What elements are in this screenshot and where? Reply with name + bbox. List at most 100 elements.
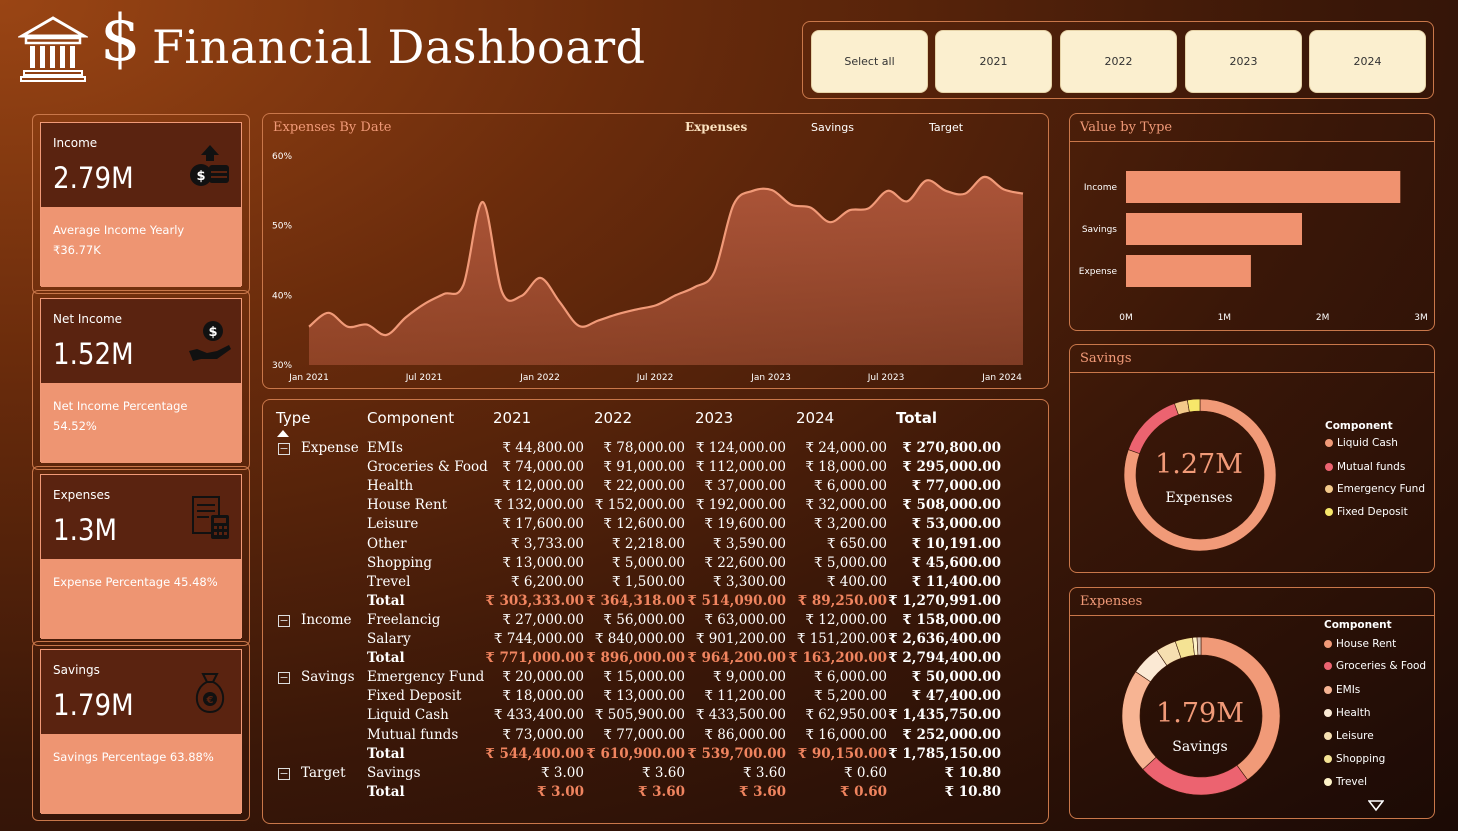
component-label: Shopping: [367, 554, 433, 571]
legend-title: Component: [1325, 420, 1393, 432]
value-cell: ₹ 192,000.00: [695, 497, 786, 514]
total-cell: ₹ 295,000.00: [902, 459, 1001, 476]
component-label: Other: [367, 535, 407, 552]
table-row: − Expense EMIs ₹ 44,800.00 ₹ 78,000.00 ₹ 124,…: [263, 440, 1048, 459]
value-cell: ₹ 6,000.00: [814, 669, 887, 686]
collapse-icon[interactable]: −: [278, 443, 290, 455]
value-cell: ₹ 5,000.00: [612, 554, 685, 571]
value-cell: ₹ 9,000.00: [713, 669, 786, 686]
value-cell: ₹ 303,333.00: [485, 592, 584, 609]
legend-dot: [1324, 755, 1332, 763]
bar-income[interactable]: [1126, 171, 1401, 203]
legend-item-health[interactable]: Health: [1324, 707, 1370, 719]
donut-slice-groceries-food[interactable]: [1142, 756, 1248, 796]
value-cell: ₹ 433,500.00: [695, 707, 786, 724]
col-header-2023[interactable]: 2023: [695, 409, 733, 427]
collapse-icon[interactable]: −: [278, 614, 290, 627]
legend-item-groceries-food[interactable]: Groceries & Food: [1324, 660, 1426, 672]
year-slicer: Select all 2021 2022 2023 2024: [802, 21, 1434, 99]
slicer-2021[interactable]: 2021: [935, 30, 1052, 93]
kpi-value: 1.79M: [53, 688, 134, 722]
slicer-2022[interactable]: 2022: [1060, 30, 1177, 93]
legend-dot: [1325, 485, 1333, 493]
legend-item-shopping[interactable]: Shopping: [1324, 753, 1385, 765]
total-cell: ₹ 270,800.00: [902, 440, 1001, 456]
value-cell: ₹ 73,000.00: [502, 726, 584, 743]
total-cell: ₹ 10,191.00: [911, 535, 1001, 552]
col-header-total[interactable]: Total: [896, 409, 937, 427]
table-row: − Target Savings ₹ 3.00 ₹ 3.60 ₹ 3.60 ₹ 0.60 ₹ …: [263, 765, 1048, 784]
legend-item-mutual-funds[interactable]: Mutual funds: [1325, 461, 1405, 473]
col-header-2021[interactable]: 2021: [493, 409, 531, 427]
value-cell: ₹ 3.60: [642, 764, 685, 781]
value-cell: ₹ 63,000.00: [704, 611, 786, 628]
svg-text:$: $: [208, 325, 217, 340]
legend-item-emergency-fund[interactable]: Emergency Fund: [1325, 483, 1425, 495]
value-cell: ₹ 78,000.00: [603, 440, 685, 456]
value-cell: ₹ 90,150.00: [797, 745, 887, 762]
page-title: Financial Dashboard: [152, 20, 646, 74]
value-cell: ₹ 77,000.00: [603, 726, 685, 743]
value-cell: ₹ 3.00: [537, 783, 584, 800]
bar-category-label: Expense: [1079, 267, 1118, 277]
value-cell: ₹ 964,200.00: [687, 650, 786, 667]
value-cell: ₹ 6,000.00: [814, 478, 887, 495]
component-label: Groceries & Food: [367, 459, 488, 476]
legend-dot: [1325, 463, 1333, 471]
slicer-select-all[interactable]: Select all: [811, 30, 928, 93]
value-cell: ₹ 62,950.00: [805, 707, 887, 724]
donut-slice-other[interactable]: [1196, 636, 1202, 656]
kpi-net-income-card: Net Income 1.52M $ Net Income Percentage…: [32, 290, 250, 470]
bank-icon: [18, 16, 88, 82]
value-cell: ₹ 744,000.00: [493, 631, 584, 647]
value-cell: ₹ 3,733.00: [511, 535, 584, 552]
component-label: Salary: [367, 631, 411, 647]
collapse-icon[interactable]: −: [278, 767, 290, 780]
component-label: House Rent: [367, 497, 448, 514]
table-total-row: Total ₹ 544,400.00 ₹ 610,900.00 ₹ 539,700.0…: [263, 746, 1048, 765]
table-row: Trevel ₹ 6,200.00 ₹ 1,500.00 ₹ 3,300.00 ₹ 40…: [263, 574, 1048, 593]
legend-item-trevel[interactable]: Trevel: [1324, 776, 1367, 788]
x-tick-label: 1M: [1218, 313, 1232, 323]
legend-dot: [1324, 732, 1332, 740]
value-cell: ₹ 6,200.00: [511, 573, 584, 590]
col-header-2024[interactable]: 2024: [796, 409, 834, 427]
value-cell: ₹ 3.60: [739, 783, 786, 800]
bar-category-label: Income: [1084, 183, 1118, 193]
slicer-2023[interactable]: 2023: [1185, 30, 1302, 93]
legend-item-liquid-cash[interactable]: Liquid Cash: [1325, 437, 1398, 449]
donut-slice-mutual-funds[interactable]: [1127, 403, 1179, 454]
legend-item-leisure[interactable]: Leisure: [1324, 730, 1374, 742]
table-total-row: Total ₹ 303,333.00 ₹ 364,318.00 ₹ 514,090.0…: [263, 593, 1048, 612]
legend-scroll-down-icon[interactable]: [1368, 800, 1384, 812]
value-cell: ₹ 650.00: [826, 535, 887, 552]
legend-item-emis[interactable]: EMIs: [1324, 684, 1360, 696]
col-header-2022[interactable]: 2022: [594, 409, 632, 427]
legend-item-fixed-deposit[interactable]: Fixed Deposit: [1325, 506, 1408, 518]
component-label: Total: [367, 783, 405, 800]
x-tick-label: Jul 2023: [867, 373, 905, 383]
value-cell: ₹ 89,250.00: [797, 592, 887, 609]
col-header-type[interactable]: Type: [276, 409, 310, 427]
col-header-component[interactable]: Component: [367, 409, 454, 427]
legend-item-house-rent[interactable]: House Rent: [1324, 638, 1396, 650]
value-cell: ₹ 27,000.00: [502, 611, 584, 628]
bar-category-label: Savings: [1082, 225, 1117, 235]
value-cell: ₹ 505,900.00: [594, 707, 685, 724]
value-by-type-chart: Value by Type Income Savings Expense 0M 1M 2M…: [1069, 113, 1435, 331]
bar-savings[interactable]: [1126, 213, 1302, 245]
sort-ascending-icon[interactable]: [277, 430, 289, 437]
legend-dot: [1324, 662, 1332, 670]
value-cell: ₹ 17,600.00: [502, 516, 584, 533]
slicer-2024[interactable]: 2024: [1309, 30, 1426, 93]
value-cell: ₹ 12,600.00: [603, 516, 685, 533]
table-row: Liquid Cash ₹ 433,400.00 ₹ 505,900.00 ₹ 433…: [263, 707, 1048, 726]
kpi-sub-label: Savings Percentage 63.88%: [53, 750, 214, 764]
value-cell: ₹ 37,000.00: [704, 478, 786, 495]
collapse-icon[interactable]: −: [278, 672, 290, 685]
bar-expense[interactable]: [1126, 255, 1251, 287]
value-cell: ₹ 12,000.00: [502, 478, 584, 495]
value-cell: ₹ 12,000.00: [805, 611, 887, 628]
donut-slice-fixed-deposit[interactable]: [1187, 398, 1201, 413]
legend-dot: [1324, 709, 1332, 717]
